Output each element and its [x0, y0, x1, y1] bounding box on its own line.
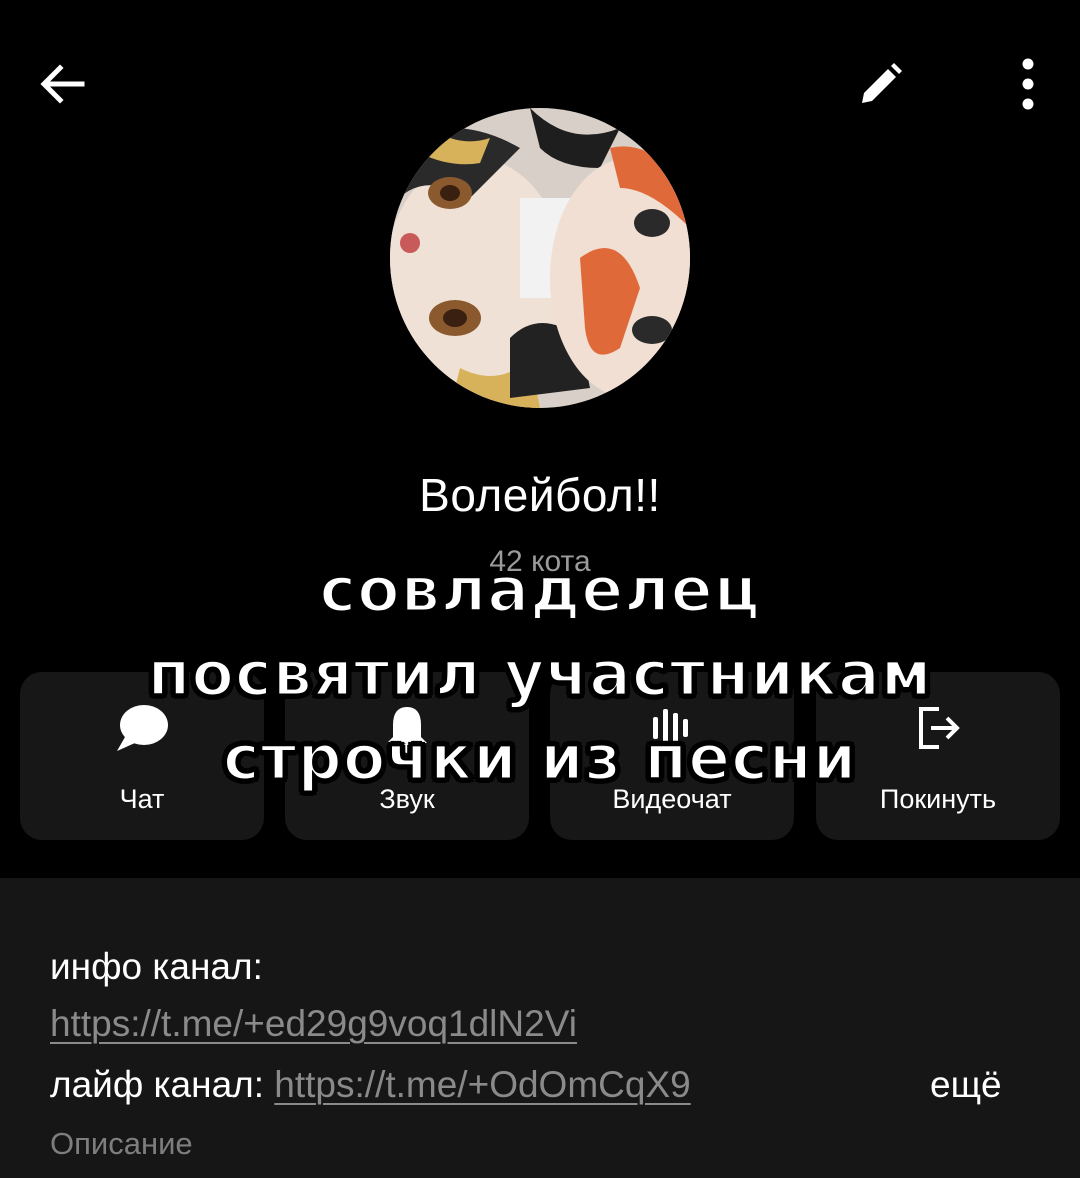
group-name: Волейбол!! — [419, 469, 661, 521]
edit-button[interactable] — [850, 55, 910, 115]
group-avatar[interactable] — [390, 108, 690, 408]
arrow-left-icon — [40, 64, 85, 104]
caption-line-3: строчки из песни — [221, 720, 858, 796]
avatar-image — [390, 108, 690, 408]
info-channel-link[interactable]: https://t.me/+ed29g9voq1dlN2Vi — [50, 1003, 577, 1044]
channel-info: инфо канал: https://t.me/+ed29g9voq1dlN2… — [0, 878, 1080, 1178]
caption-line-2: посвятил участникам — [146, 636, 933, 712]
more-vertical-icon — [1022, 58, 1034, 110]
caption-line-1: совладелец — [318, 552, 761, 628]
info-channel-label: инфо канал: — [50, 946, 263, 987]
back-button[interactable] — [30, 52, 94, 116]
more-options-button[interactable] — [1000, 52, 1056, 116]
more-link[interactable]: ещё — [930, 1064, 1002, 1106]
caption-overlay: совладелец посвятил участникам строчки и… — [0, 548, 1080, 800]
life-channel-label: лайф канал: — [50, 1064, 265, 1105]
pencil-icon — [862, 63, 902, 103]
description-label: Описание — [50, 1126, 193, 1161]
life-channel-link[interactable]: https://t.me/+OdOmCqX9 — [274, 1064, 690, 1105]
